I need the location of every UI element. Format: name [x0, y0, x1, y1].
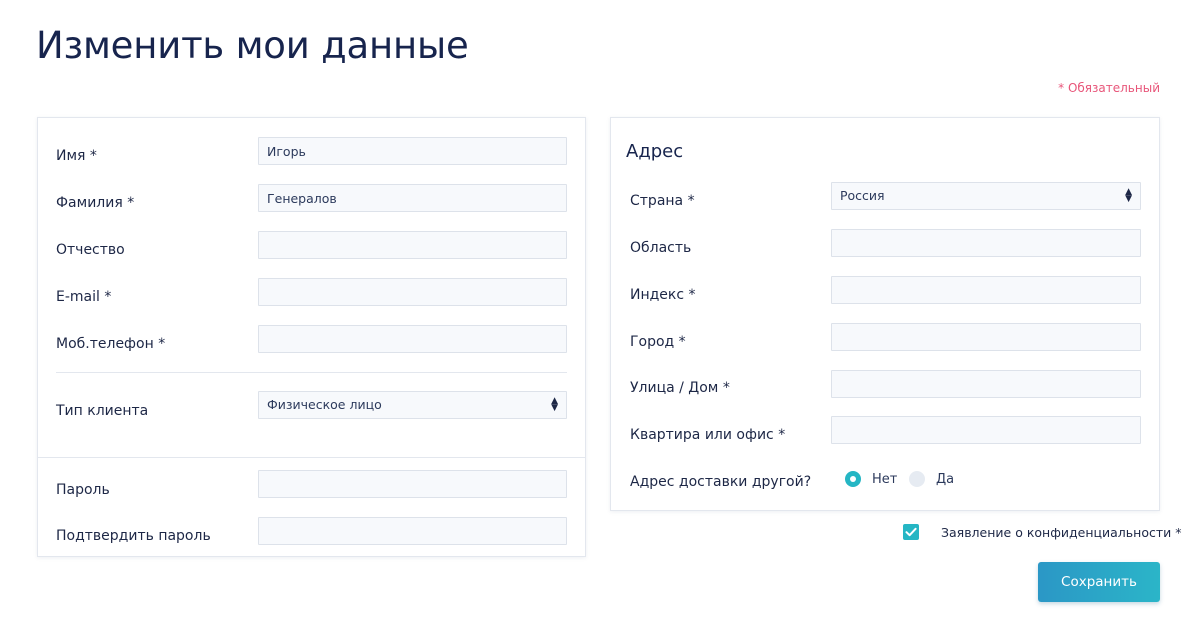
client-type-value: Физическое лицо [267, 397, 382, 412]
save-button[interactable]: Сохранить [1038, 562, 1160, 602]
divider [56, 372, 567, 373]
last-name-input[interactable] [258, 184, 567, 212]
client-type-select[interactable]: Физическое лицо ▲ ▼ [258, 391, 567, 419]
password-input[interactable] [258, 470, 567, 498]
confirm-password-input[interactable] [258, 517, 567, 545]
confirm-password-label: Подтвердить пароль [56, 528, 211, 544]
country-value: Россия [840, 188, 885, 203]
checkmark-icon [905, 527, 917, 537]
apartment-label: Квартира или офис * [630, 427, 786, 443]
email-label: E-mail * [56, 289, 112, 305]
first-name-input[interactable] [258, 137, 567, 165]
city-input[interactable] [831, 323, 1141, 351]
patronymic-label: Отчество [56, 242, 125, 258]
required-note: * Обязательный [1058, 81, 1160, 95]
first-name-label: Имя * [56, 148, 97, 164]
street-label: Улица / Дом * [630, 380, 730, 396]
email-input[interactable] [258, 278, 567, 306]
client-type-label: Тип клиента [56, 403, 149, 419]
country-label: Страна * [630, 193, 695, 209]
country-select[interactable]: Россия ▲ ▼ [831, 182, 1141, 210]
postcode-input[interactable] [831, 276, 1141, 304]
privacy-checkbox[interactable] [903, 524, 919, 540]
region-input[interactable] [831, 229, 1141, 257]
mobile-label: Моб.телефон * [56, 336, 166, 352]
delivery-no-radio[interactable] [845, 471, 861, 487]
city-label: Город * [630, 334, 686, 350]
personal-info-card: Имя * Фамилия * Отчество E-mail * Моб.те… [37, 117, 586, 557]
region-label: Область [630, 240, 692, 256]
apartment-input[interactable] [831, 416, 1141, 444]
delivery-yes-label[interactable]: Да [936, 472, 954, 487]
page-title: Изменить мои данные [36, 24, 469, 67]
password-label: Пароль [56, 482, 110, 498]
delivery-no-label[interactable]: Нет [872, 472, 897, 487]
street-input[interactable] [831, 370, 1141, 398]
other-delivery-label: Адрес доставки другой? [630, 474, 812, 490]
address-section-title: Адрес [626, 141, 684, 162]
sort-arrows-icon: ▲ ▼ [551, 396, 558, 413]
delivery-yes-radio[interactable] [909, 471, 925, 487]
patronymic-input[interactable] [258, 231, 567, 259]
privacy-label[interactable]: Заявление о конфиденциальности * [941, 525, 1181, 540]
sort-arrows-icon: ▲ ▼ [1125, 187, 1132, 204]
postcode-label: Индекс * [630, 287, 696, 303]
mobile-input[interactable] [258, 325, 567, 353]
address-card: Адрес Страна * Россия ▲ ▼ Область Индекс … [610, 117, 1160, 511]
last-name-label: Фамилия * [56, 195, 135, 211]
divider [38, 457, 585, 458]
